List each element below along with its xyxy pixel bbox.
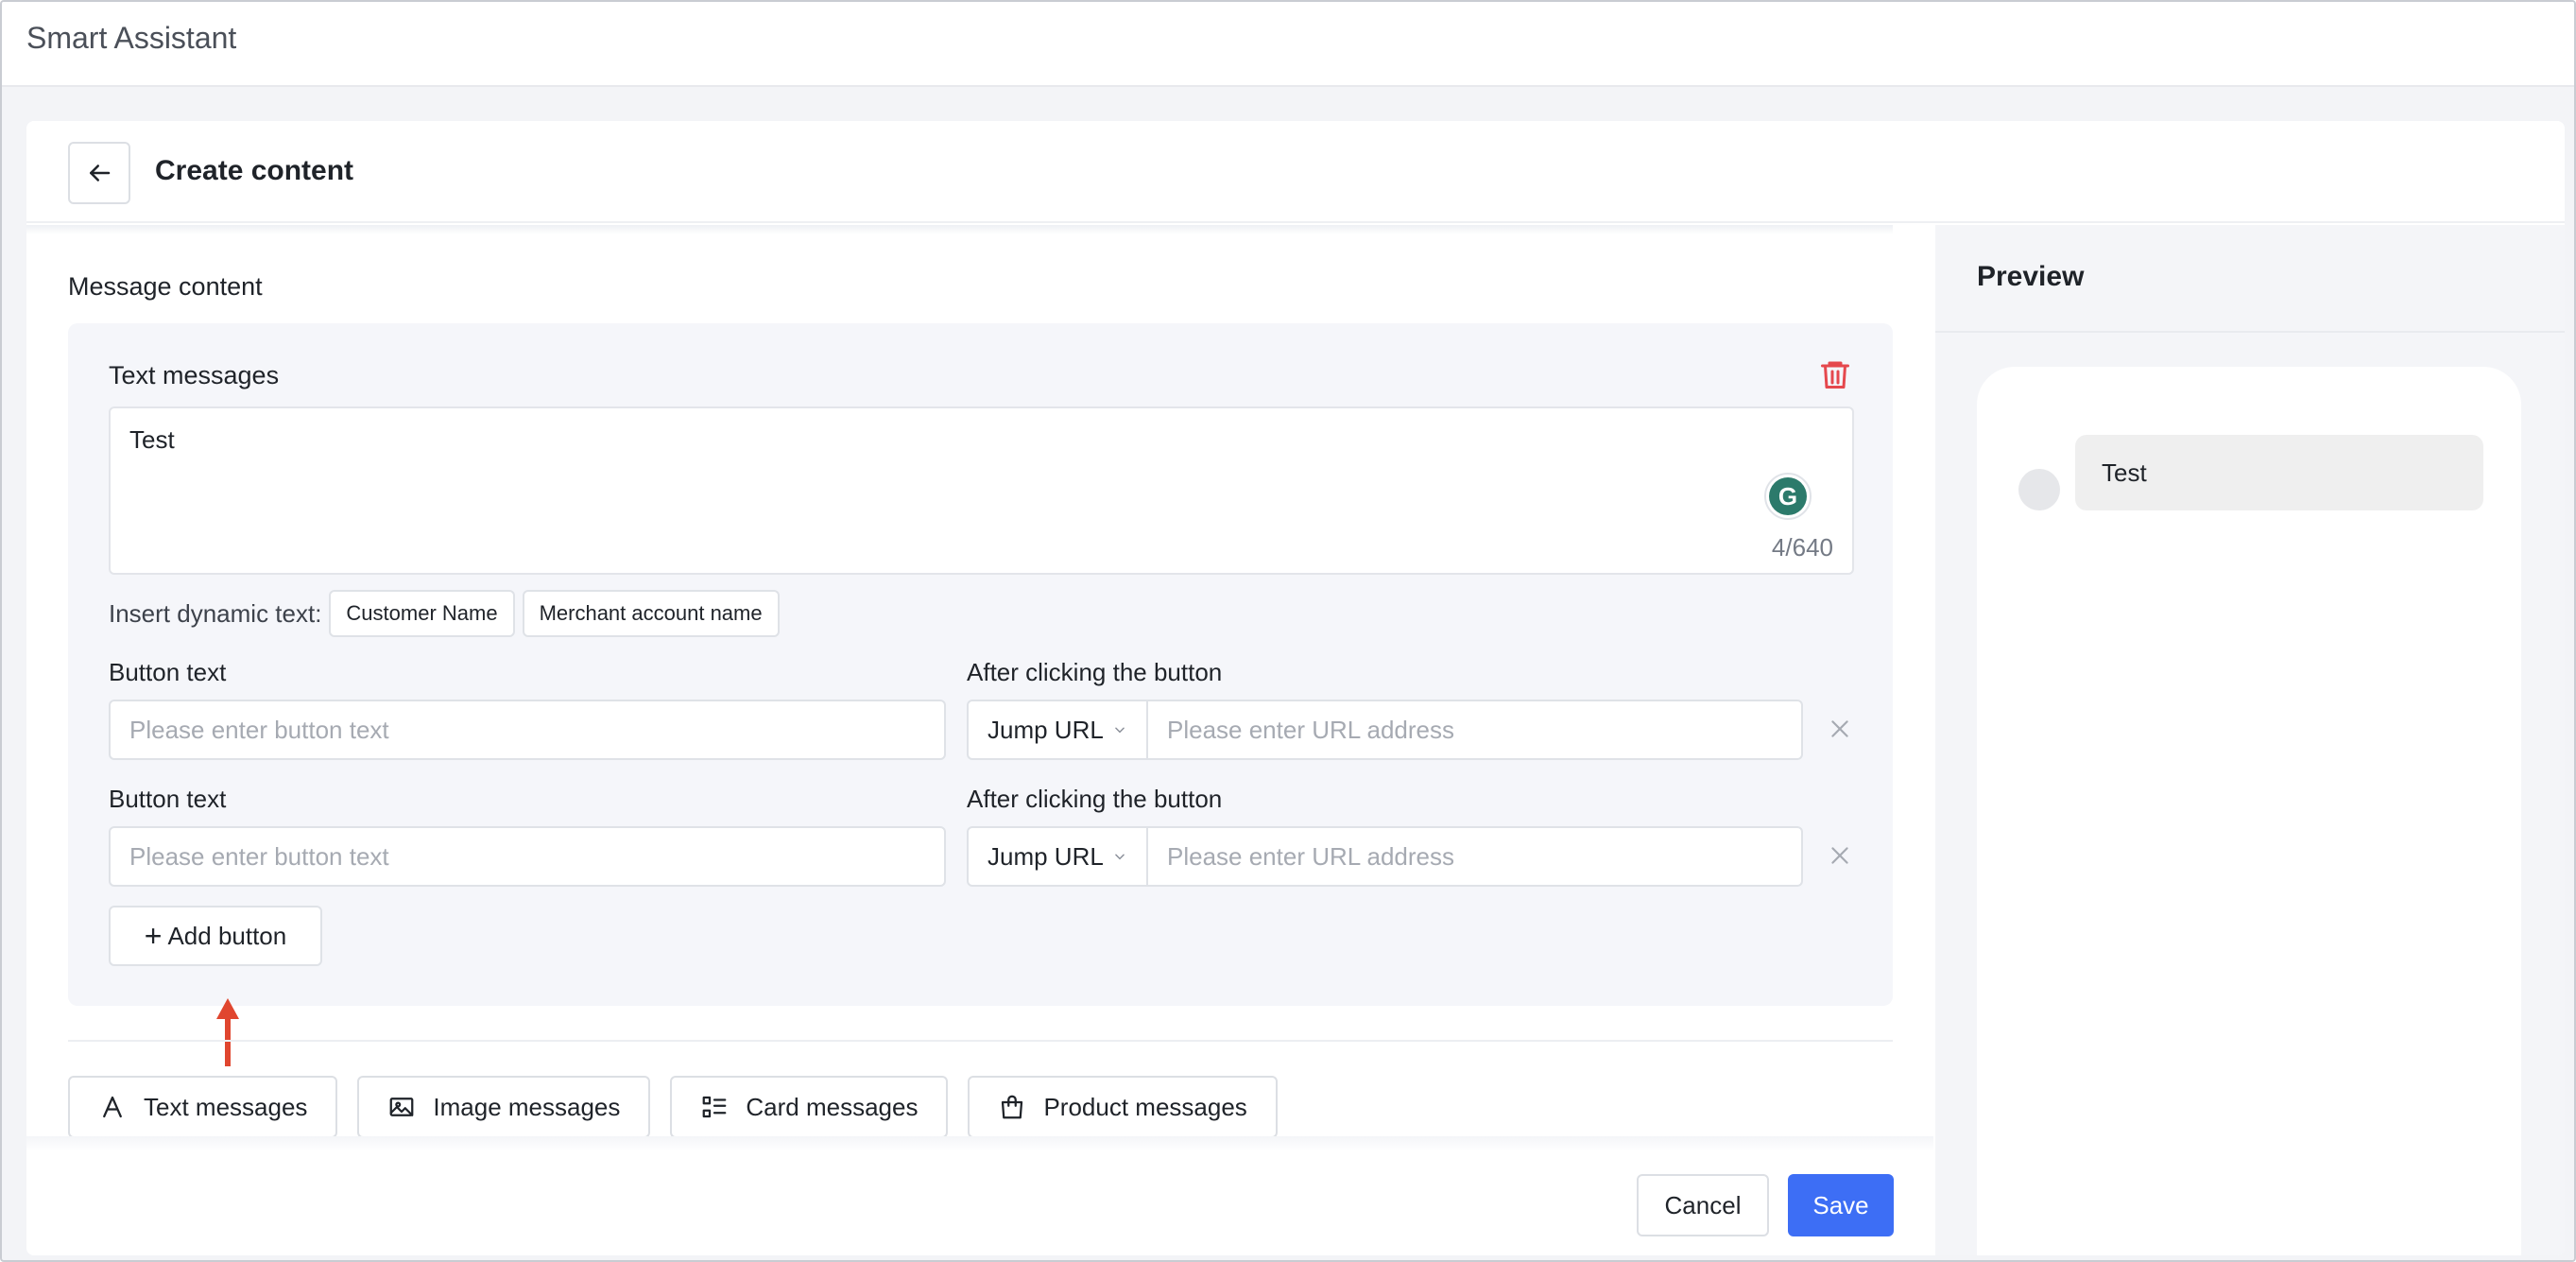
message-textarea[interactable]: Test G 4/640 xyxy=(109,406,1854,575)
top-bar: Smart Assistant xyxy=(2,2,2574,87)
button-text-placeholder: Please enter button text xyxy=(129,841,389,871)
text-messages-label: Text messages xyxy=(144,1092,308,1121)
phone-preview: Test xyxy=(1977,367,2521,1255)
grammarly-g-glyph: G xyxy=(1769,477,1807,515)
product-messages-label: Product messages xyxy=(1043,1092,1247,1121)
textarea-value: Test xyxy=(129,425,175,454)
editor-area: Message content Text messages Test G 4/6… xyxy=(26,225,1933,1255)
message-type-toolbar: Text messages Image messages Card messag… xyxy=(68,1076,1297,1138)
close-icon[interactable] xyxy=(1828,717,1852,741)
preview-header: Preview xyxy=(1935,225,2565,333)
action-select[interactable]: Jump URL xyxy=(969,701,1148,758)
add-button-label: Add button xyxy=(167,921,287,950)
chip-customer-name[interactable]: Customer Name xyxy=(329,590,515,637)
arrow-left-icon xyxy=(90,164,111,182)
shopping-bag-icon xyxy=(1002,1095,1023,1119)
url-input[interactable]: Please enter URL address xyxy=(1148,828,1801,885)
after-click-label: After clicking the button xyxy=(967,785,1223,813)
divider xyxy=(68,1040,1893,1042)
text-message-card: Text messages Test G 4/640 Insert dynami… xyxy=(68,323,1893,1006)
close-icon[interactable] xyxy=(1828,843,1852,868)
cancel-button[interactable]: Cancel xyxy=(1637,1174,1769,1236)
action-select-value: Jump URL xyxy=(987,715,1104,744)
card-title: Text messages xyxy=(109,361,280,389)
footer-divider xyxy=(26,1136,1933,1151)
action-select-group: Jump URL Please enter URL address xyxy=(967,700,1803,760)
url-placeholder: Please enter URL address xyxy=(1167,715,1454,744)
plus-icon: + xyxy=(144,919,163,953)
product-messages-button[interactable]: Product messages xyxy=(968,1076,1278,1138)
action-select-group: Jump URL Please enter URL address xyxy=(967,826,1803,887)
section-label: Message content xyxy=(68,272,263,301)
insert-label: Insert dynamic text: xyxy=(109,598,322,628)
add-button[interactable]: + Add button xyxy=(109,906,322,966)
button-text-input[interactable]: Please enter button text xyxy=(109,700,946,760)
chevron-down-icon xyxy=(1115,854,1125,860)
button-text-label: Button text xyxy=(109,658,227,686)
button-text-label: Button text xyxy=(109,785,227,813)
image-messages-button[interactable]: Image messages xyxy=(357,1076,651,1138)
chip-merchant-account-name[interactable]: Merchant account name xyxy=(522,590,780,637)
button-text-placeholder: Please enter button text xyxy=(129,715,389,744)
url-input[interactable]: Please enter URL address xyxy=(1148,701,1801,758)
panel-header: Create content xyxy=(26,121,2565,223)
letter-a-icon xyxy=(103,1096,122,1118)
image-messages-label: Image messages xyxy=(433,1092,621,1121)
app-window: Smart Assistant Create content Message c… xyxy=(0,0,2576,1262)
trash-icon[interactable] xyxy=(1818,357,1852,391)
card-messages-label: Card messages xyxy=(746,1092,919,1121)
action-select[interactable]: Jump URL xyxy=(969,828,1148,885)
action-select-value: Jump URL xyxy=(987,841,1104,871)
annotation-arrow-icon xyxy=(216,998,239,1066)
app-title: Smart Assistant xyxy=(26,21,237,55)
text-messages-button[interactable]: Text messages xyxy=(68,1076,338,1138)
preview-title: Preview xyxy=(1977,261,2085,292)
chevron-down-icon xyxy=(1115,727,1125,734)
insert-dynamic-text: Insert dynamic text: Customer Name Merch… xyxy=(109,590,787,637)
url-placeholder: Please enter URL address xyxy=(1167,841,1454,871)
back-button[interactable] xyxy=(68,142,130,204)
page-title: Create content xyxy=(155,155,354,186)
image-icon xyxy=(390,1098,414,1116)
create-content-panel: Create content Message content Text mess… xyxy=(26,121,2565,1255)
button-text-input[interactable]: Please enter button text xyxy=(109,826,946,887)
avatar xyxy=(2018,469,2060,510)
save-button[interactable]: Save xyxy=(1788,1174,1894,1236)
message-bubble: Test xyxy=(2075,435,2483,510)
list-icon xyxy=(703,1096,727,1118)
divider xyxy=(26,225,1893,234)
character-counter: 4/640 xyxy=(1771,533,1833,562)
grammarly-icon[interactable]: G xyxy=(1764,473,1812,520)
preview-pane: Preview Test xyxy=(1935,225,2565,1255)
card-messages-button[interactable]: Card messages xyxy=(670,1076,949,1138)
after-click-label: After clicking the button xyxy=(967,658,1223,686)
